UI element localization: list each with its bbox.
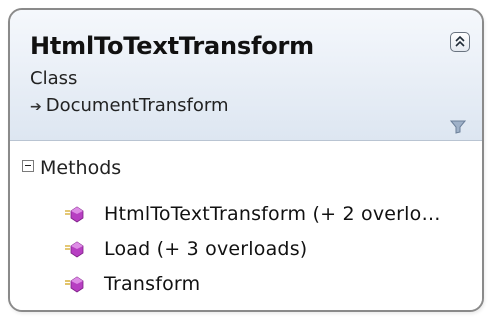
methods-compartment: Methods HtmlToTextTransform (+ 2 overlo…… [10,141,482,310]
class-title[interactable]: HtmlToTextTransform [30,32,314,60]
minus-box-icon[interactable] [22,160,34,172]
public-method-icon [65,276,84,293]
base-class-line: ➔ DocumentTransform [30,95,229,116]
member-item[interactable]: Transform [64,273,474,299]
class-shape[interactable]: HtmlToTextTransform Class ➔ DocumentTrans… [8,8,484,312]
funnel-icon[interactable] [450,120,466,134]
base-class-name[interactable]: DocumentTransform [46,95,229,116]
double-chevron-up-icon [455,35,465,47]
class-header: HtmlToTextTransform Class ➔ DocumentTrans… [10,10,482,141]
compartment-label: Methods [40,157,122,179]
member-item[interactable]: HtmlToTextTransform (+ 2 overlo… [64,203,474,229]
inheritance-arrow-icon: ➔ [30,99,42,115]
collapse-button[interactable] [450,32,470,52]
member-label: HtmlToTextTransform (+ 2 overlo… [104,203,441,225]
member-label: Load (+ 3 overloads) [104,238,308,260]
public-method-icon [65,241,84,258]
member-label: Transform [104,273,201,295]
public-method-icon [65,206,84,223]
member-item[interactable]: Load (+ 3 overloads) [64,238,474,264]
class-stereotype: Class [30,68,78,89]
